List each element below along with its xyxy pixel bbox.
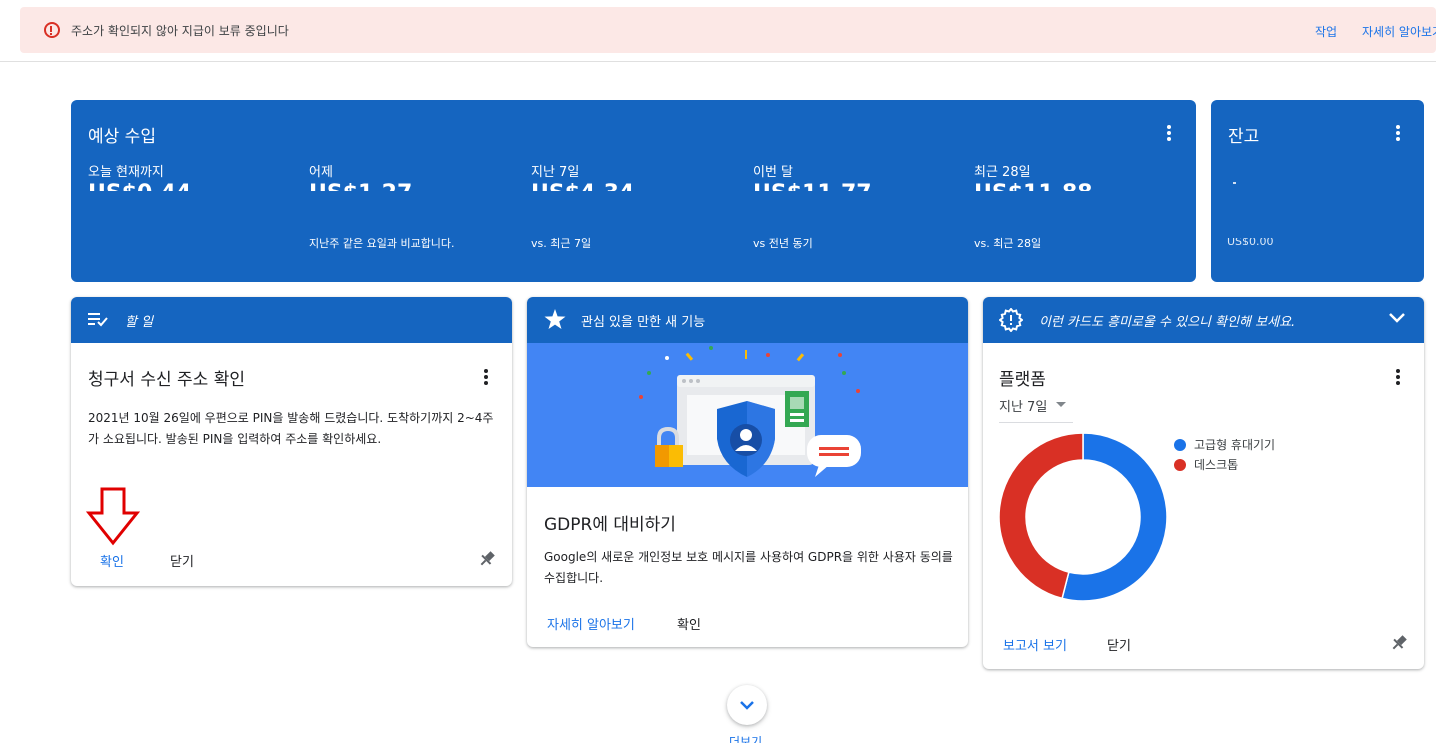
view-report-button[interactable]: 보고서 보기 (1003, 635, 1067, 654)
earnings-value: US$11.88 (974, 183, 1189, 192)
legend-item: 데스크톱 (1174, 456, 1238, 473)
chevron-down-icon[interactable] (1388, 312, 1406, 324)
more-vert-icon[interactable] (1396, 369, 1400, 385)
balance-value: US$0.00 (1227, 238, 1274, 245)
balance-title: 잔고 (1228, 127, 1260, 147)
learn-more-button[interactable]: 자세히 알아보기 (547, 614, 635, 633)
more-vert-icon[interactable] (1396, 125, 1400, 141)
earnings-comparison-note: vs 전년 동기 (753, 237, 813, 250)
chevron-down-icon (740, 701, 754, 710)
earnings-title: 예상 수입 (88, 127, 156, 147)
todo-body: 2021년 10월 26일에 우편으로 PIN을 발송해 드렸습니다. 도착하기… (88, 411, 494, 446)
gdpr-illustration (527, 343, 968, 487)
pin-icon[interactable] (1389, 633, 1409, 653)
checklist-icon (88, 313, 108, 327)
dismiss-button[interactable]: 닫기 (1107, 635, 1131, 654)
platform-card: 이런 카드도 흥미로울 수 있으니 확인해 보세요. 플랫폼 지난 7일 고급형… (983, 297, 1424, 669)
earnings-value: US$0.44 (88, 183, 303, 192)
pin-icon[interactable] (477, 549, 497, 569)
todo-header-title: 할 일 (125, 315, 154, 330)
earnings-value: US$1.27 (309, 183, 524, 192)
gdpr-shield-illustration (639, 346, 861, 477)
period-value: 지난 7일 (999, 400, 1048, 415)
alert-action-link[interactable]: 작업 (1315, 23, 1337, 40)
platform-title: 플랫폼 (999, 370, 1046, 390)
earnings-label: 이번 달 (753, 165, 794, 180)
earnings-label: 어제 (309, 165, 333, 180)
earnings-label: 최근 28일 (974, 165, 1031, 180)
more-vert-icon[interactable] (484, 369, 488, 385)
earnings-label: 지난 7일 (531, 165, 580, 180)
legend-label: 고급형 휴대기기 (1194, 438, 1276, 452)
earnings-comparison-note: vs. 최근 7일 (531, 237, 592, 250)
star-icon (544, 309, 566, 329)
feature-card-header: 관심 있을 만한 새 기능 (527, 297, 968, 343)
legend-swatch (1174, 459, 1186, 471)
earnings-label: 오늘 현재까지 (88, 165, 164, 180)
earnings-last-7-days[interactable]: 지난 7일 US$4.34 (531, 161, 746, 191)
balance-loading-mark (1233, 182, 1236, 184)
alert-learn-more-link[interactable]: 자세히 알아보기 (1362, 23, 1436, 40)
earnings-yesterday[interactable]: 어제 US$1.27 (309, 161, 524, 191)
earnings-value: US$11.77 (753, 183, 968, 192)
todo-title: 청구서 수신 주소 확인 (88, 370, 245, 390)
dropdown-arrow-icon (1056, 402, 1066, 407)
show-more-label[interactable]: 더보기 (729, 733, 762, 743)
show-more-button[interactable] (727, 685, 767, 725)
platform-donut-chart (999, 433, 1167, 601)
header-divider (0, 61, 1436, 62)
earnings-today[interactable]: 오늘 현재까지 US$0.44 (88, 161, 303, 191)
earnings-last-28-days[interactable]: 최근 28일 US$11.88 (974, 161, 1189, 191)
todo-card: 할 일 청구서 수신 주소 확인 2021년 10월 26일에 우편으로 PIN… (71, 297, 512, 586)
new-feature-card: 관심 있을 만한 새 기능 GDPR에 대비하기 Google의 새로운 개인정… (527, 297, 968, 647)
estimated-earnings-card: 예상 수입 오늘 현재까지 US$0.44 어제 US$1.27 지난 7일 U… (71, 100, 1196, 282)
confirm-button[interactable]: 확인 (677, 614, 701, 633)
balance-card: 잔고 US$0.00 (1211, 100, 1424, 282)
legend-swatch (1174, 439, 1186, 451)
more-vert-icon[interactable] (1167, 125, 1171, 141)
feature-title: GDPR에 대비하기 (544, 515, 676, 535)
error-icon (44, 22, 60, 38)
feature-header-title: 관심 있을 만한 새 기능 (581, 315, 706, 330)
earnings-comparison-note: vs. 최근 28일 (974, 237, 1042, 250)
feature-body: Google의 새로운 개인정보 보호 메시지를 사용하여 GDPR을 위한 사… (544, 550, 953, 585)
earnings-this-month[interactable]: 이번 달 US$11.77 (753, 161, 968, 191)
confirm-address-button[interactable]: 확인 (100, 551, 124, 570)
alert-message: 주소가 확인되지 않아 지급이 보류 중입니다 (71, 24, 289, 38)
gear-info-icon (999, 308, 1023, 332)
down-arrow-annotation-icon (86, 487, 140, 546)
suggested-card-header[interactable]: 이런 카드도 흥미로울 수 있으니 확인해 보세요. (983, 297, 1424, 343)
legend-item: 고급형 휴대기기 (1174, 436, 1275, 453)
dismiss-button[interactable]: 닫기 (170, 551, 194, 570)
address-alert-banner: 주소가 확인되지 않아 지급이 보류 중입니다 작업 자세히 알아보기 (20, 7, 1436, 53)
period-dropdown[interactable]: 지난 7일 (999, 396, 1073, 423)
todo-card-header: 할 일 (71, 297, 512, 343)
earnings-comparison-note: 지난주 같은 요일과 비교합니다. (309, 237, 455, 250)
suggested-header-title: 이런 카드도 흥미로울 수 있으니 확인해 보세요. (1039, 315, 1296, 330)
legend-label: 데스크톱 (1194, 458, 1239, 472)
earnings-value: US$4.34 (531, 183, 746, 192)
